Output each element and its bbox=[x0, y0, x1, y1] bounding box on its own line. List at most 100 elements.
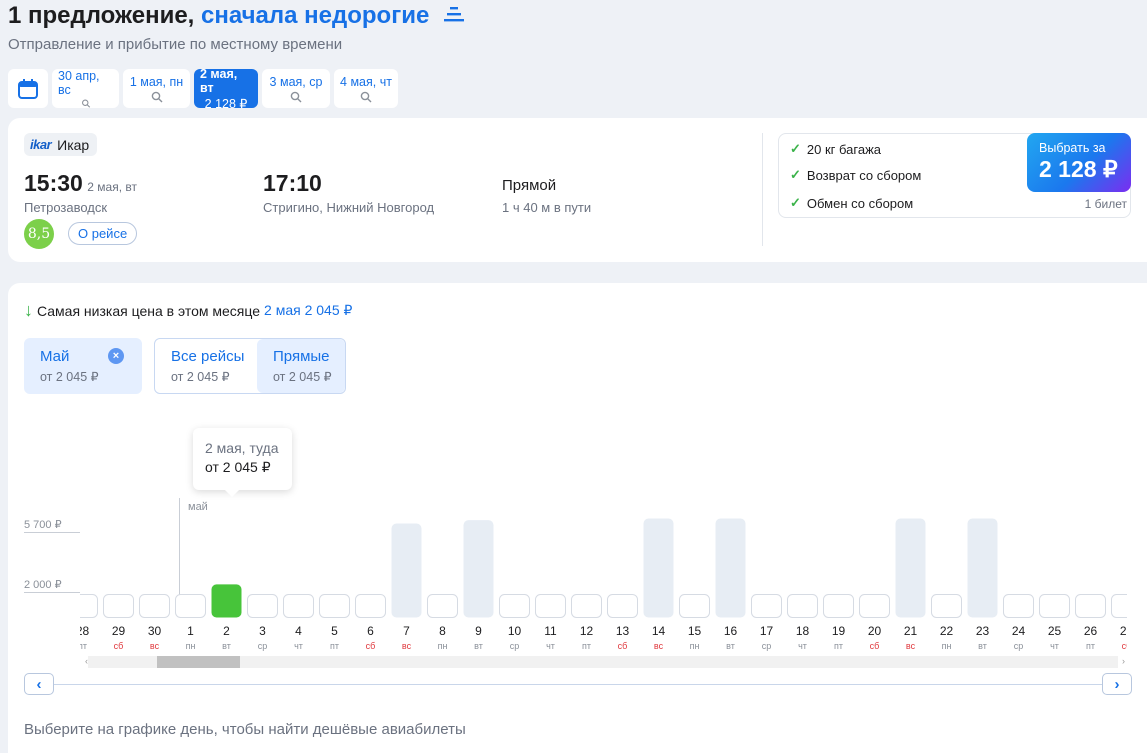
weekday-label: ср bbox=[1014, 641, 1024, 651]
weekday-label: вт bbox=[222, 641, 231, 651]
option-label: Возврат со сбором bbox=[806, 167, 922, 183]
about-flight-button[interactable]: О рейсе bbox=[68, 222, 138, 245]
day-number-label: 16 bbox=[724, 624, 738, 638]
date-tab-may2[interactable]: 2 мая, вт 2 128 ₽ bbox=[194, 66, 258, 111]
option-label: 20 кг багажа bbox=[806, 141, 882, 157]
airline-logo: ikar bbox=[30, 137, 52, 152]
filter-direct-flights[interactable]: Прямые от 2 045 ₽ bbox=[257, 339, 345, 393]
filter-direct-price: от 2 045 ₽ bbox=[273, 370, 332, 384]
search-icon bbox=[290, 91, 302, 102]
check-icon: ✓ bbox=[790, 141, 801, 156]
date-tab-label: 30 апр, вс bbox=[58, 69, 100, 97]
filter-all-price: от 2 045 ₽ bbox=[171, 370, 230, 384]
day-number-label: 19 bbox=[832, 624, 846, 638]
price-bar-30[interactable] bbox=[139, 594, 170, 618]
check-icon: ✓ bbox=[790, 195, 801, 210]
chart-hint: Выберите на графике день, чтобы найти де… bbox=[24, 721, 466, 738]
day-number-label: 20 bbox=[868, 624, 882, 638]
weekday-label: чт bbox=[546, 641, 555, 651]
day-number-label: 10 bbox=[508, 624, 522, 638]
price-bar-14[interactable] bbox=[643, 518, 674, 618]
chart-next-button[interactable]: › bbox=[1102, 673, 1132, 695]
date-tab-label: 3 мая, ср bbox=[269, 74, 323, 89]
weekday-label: чт bbox=[1050, 641, 1059, 651]
price-bar-26[interactable] bbox=[1075, 594, 1106, 618]
price-bar-11[interactable] bbox=[535, 594, 566, 618]
weekday-label: вт bbox=[978, 641, 987, 651]
price-bar-10[interactable] bbox=[499, 594, 530, 618]
tooltip-title: 2 мая, туда bbox=[205, 440, 279, 456]
filter-month-label: Май bbox=[40, 348, 70, 365]
price-bar-21[interactable] bbox=[895, 518, 926, 618]
option-label: Обмен со сбором bbox=[806, 195, 914, 211]
price-bar-16[interactable] bbox=[715, 518, 746, 618]
date-tab-may4[interactable]: 4 мая, чт bbox=[334, 69, 398, 108]
day-number-label: 11 bbox=[544, 624, 557, 638]
day-number-label: 2 bbox=[223, 624, 230, 638]
chart-scrollbar-thumb[interactable] bbox=[157, 656, 240, 668]
day-number-label: 4 bbox=[295, 624, 302, 638]
price-bar-15[interactable] bbox=[679, 594, 710, 618]
chevron-right-icon: › bbox=[1114, 675, 1120, 693]
chart-prev-button[interactable]: ‹ bbox=[24, 673, 54, 695]
price-bar-19[interactable] bbox=[823, 594, 854, 618]
search-icon bbox=[81, 99, 90, 108]
weekday-label: ср bbox=[510, 641, 520, 651]
filter-month-chip[interactable]: Май от 2 045 ₽ bbox=[24, 338, 142, 394]
price-bar-29[interactable] bbox=[103, 594, 134, 618]
filter-direct-label: Прямые bbox=[273, 348, 330, 365]
price-bar-8[interactable] bbox=[427, 594, 458, 618]
weekday-label: пн bbox=[942, 641, 952, 651]
filter-month-price: от 2 045 ₽ bbox=[40, 370, 99, 384]
scroll-left-icon[interactable]: ‹ bbox=[85, 656, 88, 666]
clear-filter-icon[interactable]: × bbox=[108, 348, 124, 364]
chart-scrollbar[interactable] bbox=[88, 656, 1118, 668]
weekday-label: вс bbox=[906, 641, 916, 651]
lowest-price-link[interactable]: 2 мая 2 045 ₽ bbox=[264, 302, 352, 319]
price-bar-17[interactable] bbox=[751, 594, 782, 618]
check-icon: ✓ bbox=[790, 167, 801, 182]
price-bar-6[interactable] bbox=[355, 594, 386, 618]
price-bar-22[interactable] bbox=[931, 594, 962, 618]
price-bar-12[interactable] bbox=[571, 594, 602, 618]
date-tab-apr30[interactable]: 30 апр, вс bbox=[52, 69, 119, 108]
price-bar-24[interactable] bbox=[1003, 594, 1034, 618]
price-bar-9[interactable] bbox=[463, 520, 494, 618]
price-bar-27[interactable] bbox=[1111, 594, 1128, 618]
price-bar-20[interactable] bbox=[859, 594, 890, 618]
date-tab-may1[interactable]: 1 мая, пн bbox=[123, 69, 190, 108]
time-note: Отправление и прибытие по местному време… bbox=[8, 36, 343, 53]
day-number-label: 18 bbox=[796, 624, 810, 638]
date-tab-label: 2 мая, вт bbox=[200, 66, 238, 95]
price-bar-3[interactable] bbox=[247, 594, 278, 618]
weekday-label: пт bbox=[330, 641, 339, 651]
price-bar-18[interactable] bbox=[787, 594, 818, 618]
day-number-label: 26 bbox=[1084, 624, 1098, 638]
date-tab-may3[interactable]: 3 мая, ср bbox=[262, 69, 330, 108]
price-bar-5[interactable] bbox=[319, 594, 350, 618]
weekday-label: сб bbox=[618, 641, 628, 651]
day-number-label: 1 bbox=[187, 624, 194, 638]
price-bar-1[interactable] bbox=[175, 594, 206, 618]
divider bbox=[762, 133, 763, 246]
price-bar-2[interactable] bbox=[211, 584, 242, 618]
price-bar-13[interactable] bbox=[607, 594, 638, 618]
calendar-button[interactable] bbox=[8, 69, 48, 108]
flight-duration: 1 ч 40 м в пути bbox=[502, 200, 592, 215]
sort-link[interactable]: сначала недорогие bbox=[201, 2, 429, 29]
price-chart[interactable] bbox=[80, 495, 1127, 620]
filter-all-flights[interactable]: Все рейсы от 2 045 ₽ bbox=[155, 339, 257, 393]
price-bar-23[interactable] bbox=[967, 518, 998, 618]
weekday-label: пн bbox=[690, 641, 700, 651]
price-bar-7[interactable] bbox=[391, 523, 422, 618]
select-flight-button[interactable]: Выбрать за 2 128 ₽ bbox=[1027, 133, 1131, 192]
filter-all-label: Все рейсы bbox=[171, 348, 245, 365]
arrival-place: Стригино, Нижний Новгород bbox=[263, 200, 435, 215]
weekday-label: сб bbox=[1122, 641, 1127, 651]
price-bar-28[interactable] bbox=[80, 594, 98, 618]
option-baggage: ✓ 20 кг багажа bbox=[790, 141, 881, 157]
scroll-right-icon[interactable]: › bbox=[1122, 656, 1125, 666]
price-bar-4[interactable] bbox=[283, 594, 314, 618]
price-bar-25[interactable] bbox=[1039, 594, 1070, 618]
sort-icon[interactable] bbox=[443, 5, 464, 23]
